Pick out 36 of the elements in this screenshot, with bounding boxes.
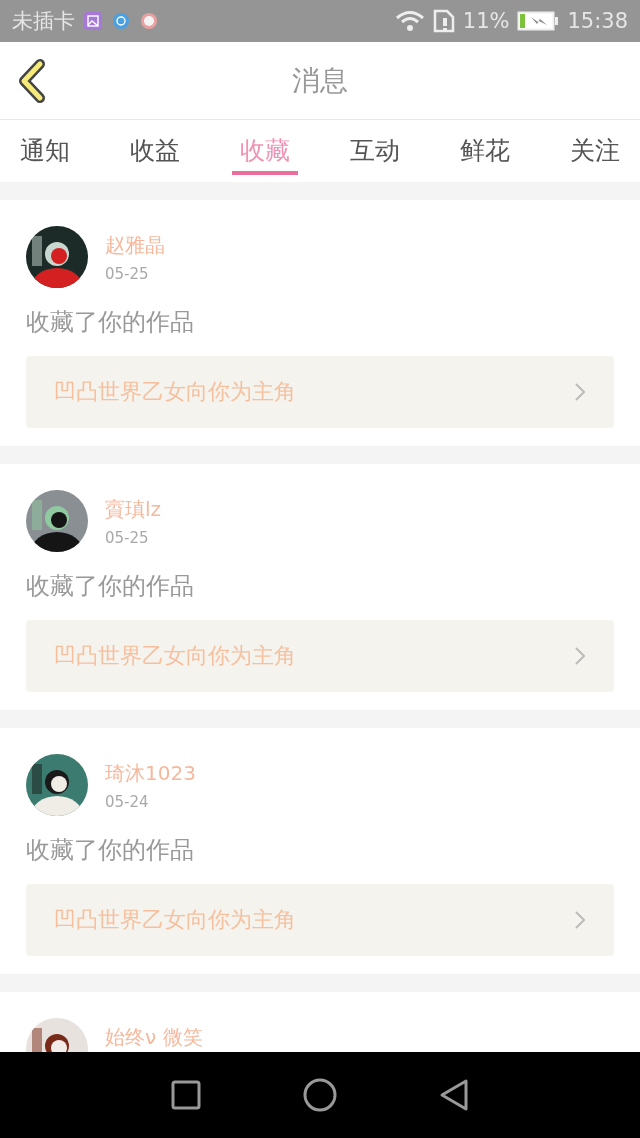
date-text: 05-25 (105, 529, 150, 547)
clock-text: 15:38 (567, 9, 628, 33)
tab[interactable]: 互动 (342, 120, 408, 175)
date-text: 05-24 (105, 793, 150, 811)
chevron-right-icon (574, 646, 586, 666)
user-name[interactable]: 始终ν 微笑 (105, 1024, 203, 1051)
gallery-icon (83, 11, 103, 31)
sim-icon (432, 9, 455, 33)
home-icon[interactable] (302, 1077, 338, 1113)
tab[interactable]: 鲜花 (452, 120, 518, 175)
tab[interactable]: 通知 (12, 120, 78, 175)
work-link[interactable]: 凹凸世界乙女向你为主角 (26, 356, 614, 428)
work-link[interactable]: 凹凸世界乙女向你为主角 (26, 884, 614, 956)
tab[interactable]: 收益 (122, 120, 188, 175)
date-text: 05-25 (105, 265, 150, 283)
chevron-right-icon (574, 910, 586, 930)
back-button[interactable] (16, 58, 48, 104)
battery-icon (517, 10, 560, 32)
action-text: 收藏了你的作品 (26, 307, 195, 338)
work-link[interactable]: 凹凸世界乙女向你为主角 (26, 620, 614, 692)
wifi-icon (394, 10, 425, 32)
battery-percent: 11% (462, 9, 510, 33)
tab[interactable]: 收藏 (232, 120, 298, 175)
user-name[interactable]: 琦沐1023 (105, 760, 196, 787)
app-icon (111, 11, 131, 31)
user-name[interactable]: 赵雅晶 (105, 232, 165, 259)
back-icon[interactable] (438, 1078, 470, 1112)
page-title: 消息 (292, 62, 348, 99)
recents-icon[interactable] (170, 1079, 202, 1111)
action-text: 收藏了你的作品 (26, 835, 195, 866)
user-name[interactable]: 賨瑱lz (105, 496, 162, 523)
carrier-text: 未插卡 (12, 8, 75, 35)
action-text: 收藏了你的作品 (26, 571, 195, 602)
app-icon (139, 11, 159, 31)
chevron-right-icon (574, 382, 586, 402)
tab[interactable]: 关注 (562, 120, 628, 175)
